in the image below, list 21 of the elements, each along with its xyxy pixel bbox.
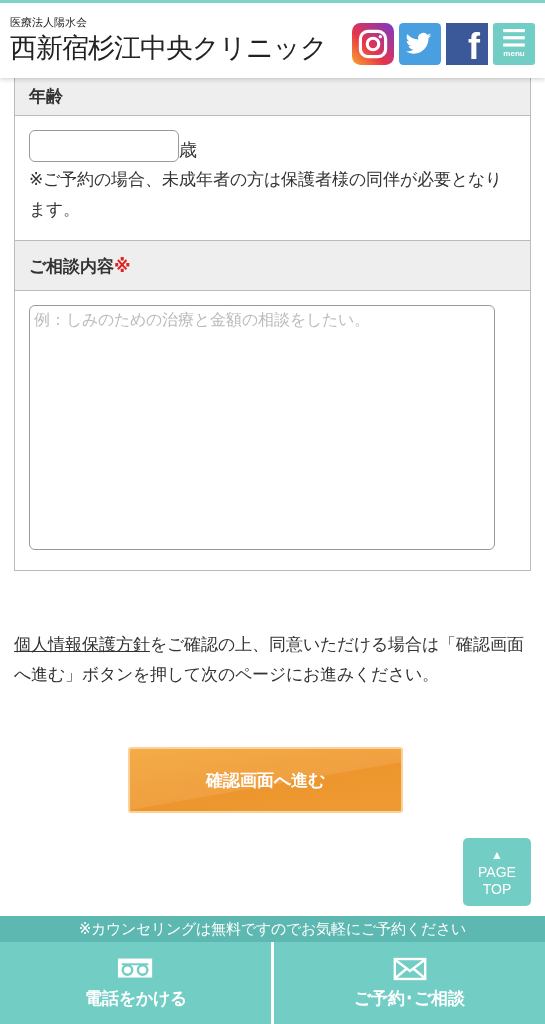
organization-name: 医療法人陽水会 (10, 15, 88, 30)
bird-icon[interactable] (399, 22, 441, 65)
field-label: ご相談内容※ (15, 241, 530, 291)
menu-icon (503, 29, 525, 47)
footer-action-button[interactable]: 電話をかける (0, 942, 271, 1024)
age-note: ※ご予約の場合、未成年者の方は保護者様の同伴が必要となります。 (29, 168, 504, 221)
consultation-textarea[interactable]: 例：しみのための治療と金額の相談をしたい。 (29, 305, 495, 550)
free-dial-icon (116, 956, 155, 981)
page-top-button[interactable]: ▲ PAGE TOP (463, 838, 531, 906)
field-label: 年齢 (15, 78, 530, 116)
consent-text: 個人情報保護方針をご確認の上、同意いただける場合は「確認画面へ進む」ボタンを押して次のページにお進みください。 (14, 633, 525, 686)
confirm-button[interactable]: 確認画面へ進む (128, 747, 403, 813)
privacy-policy-link[interactable]: 個人情報保護方針 (14, 634, 150, 654)
footer-action-button[interactable]: ご予約･ご相談 (271, 942, 545, 1024)
age-input[interactable] (29, 130, 179, 162)
menu-button[interactable]: menu (493, 22, 535, 65)
facebook-button[interactable]: f (446, 22, 488, 65)
unit-label: 歳 (179, 138, 197, 162)
clinic-name[interactable]: 西新宿杉江中央クリニック (10, 30, 327, 66)
notice-bar: ※カウンセリングは無料ですのでお気軽にご予約ください (0, 916, 545, 942)
instagram-icon[interactable] (352, 22, 394, 65)
